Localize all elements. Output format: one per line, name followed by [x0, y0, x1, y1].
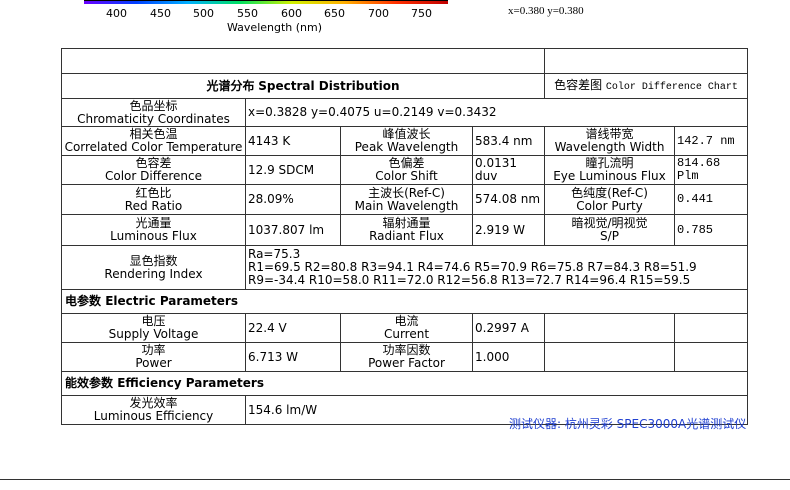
radiant-flux-value: 2.919 W	[472, 214, 545, 246]
tick-label: 600	[281, 7, 302, 20]
voltage-value: 22.4 V	[245, 313, 341, 343]
color-shift-label: 色偏差 Color Shift	[340, 155, 473, 185]
spectrum-plot-area: 400 450 500 550 600 650 700 750 Waveleng…	[62, 0, 472, 48]
tick-label: 700	[368, 7, 389, 20]
electric-parameters-header: 电参数 Electric Parameters	[61, 289, 748, 314]
tick-label: 650	[324, 7, 345, 20]
peak-wavelength-label: 峰值波长 Peak Wavelength	[340, 126, 473, 156]
luminous-efficiency-label: 发光效率 Luminous Efficiency	[61, 395, 246, 425]
main-wavelength-label: 主波长(Ref-C) Main Wavelength	[340, 184, 473, 215]
cct-value: 4143 K	[245, 126, 341, 156]
color-difference-chart-header: 色容差图 Color Difference Chart	[544, 73, 748, 99]
current-label: 电流 Current	[340, 313, 473, 343]
cct-label: 相关色温 Correlated Color Temperature	[61, 126, 246, 156]
sp-ratio-value: 0.785	[674, 214, 748, 246]
color-difference-value: 12.9 SDCM	[245, 155, 341, 185]
tick-label: 500	[193, 7, 214, 20]
rendering-index-value: Ra=75.3 R1=69.5 R2=80.8 R3=94.1 R4=74.6 …	[245, 245, 748, 290]
red-ratio-label: 红色比 Red Ratio	[61, 184, 246, 215]
divider	[0, 479, 790, 480]
peak-wavelength-value: 583.4 nm	[472, 126, 545, 156]
tick-label: 400	[106, 7, 127, 20]
empty-cell	[674, 313, 748, 343]
tick-label: 550	[237, 7, 258, 20]
chart-xy-readout: x=0.380 y=0.380	[508, 5, 584, 17]
chromaticity-value: x=0.3828 y=0.4075 u=0.2149 v=0.3432	[245, 98, 748, 127]
sp-ratio-label: 暗视觉/明视觉 S/P	[544, 214, 675, 246]
spectrum-color-bar	[84, 1, 448, 4]
current-value: 0.2997 A	[472, 313, 545, 343]
tick-label: 450	[150, 7, 171, 20]
x-axis-label: Wavelength (nm)	[227, 21, 323, 34]
tick-label: 750	[411, 7, 432, 20]
instrument-note: 测试仪器: 杭州灵彩 SPEC3000A光谱测试仪	[509, 417, 747, 431]
power-factor-label: 功率因数 Power Factor	[340, 342, 473, 372]
color-purity-label: 色纯度(Ref-C) Color Purty	[544, 184, 675, 215]
red-ratio-value: 28.09%	[245, 184, 341, 215]
radiant-flux-label: 辐射通量 Radiant Flux	[340, 214, 473, 246]
voltage-label: 电压 Supply Voltage	[61, 313, 246, 343]
rendering-index-label: 显色指数 Rendering Index	[61, 245, 246, 290]
main-wavelength-value: 574.08 nm	[472, 184, 545, 215]
power-value: 6.713 W	[245, 342, 341, 372]
empty-cell	[544, 313, 675, 343]
luminous-flux-value: 1037.807 lm	[245, 214, 341, 246]
empty-cell	[544, 342, 675, 372]
luminous-flux-label: 光通量 Luminous Flux	[61, 214, 246, 246]
empty-cell	[674, 342, 748, 372]
wavelength-width-label: 谱线带宽 Wavelength Width	[544, 126, 675, 156]
wavelength-width-value: 142.7 nm	[674, 126, 748, 156]
efficiency-parameters-header: 能效参数 Efficiency Parameters	[61, 371, 748, 396]
chromaticity-label: 色品坐标 Chromaticity Coordinates	[61, 98, 246, 127]
spectral-distribution-header: 光谱分布 Spectral Distribution	[61, 73, 545, 99]
eye-luminous-flux-label: 瞳孔流明 Eye Luminous Flux	[544, 155, 675, 185]
color-purity-value: 0.441	[674, 184, 748, 215]
power-factor-value: 1.000	[472, 342, 545, 372]
power-label: 功率 Power	[61, 342, 246, 372]
color-shift-value: 0.0131 duv	[472, 155, 545, 185]
eye-luminous-flux-value: 814.68 Plm	[674, 155, 748, 185]
color-difference-label: 色容差 Color Difference	[61, 155, 246, 185]
spec-report-table: 光谱分布 Spectral Distribution 色容差图 Color Di…	[61, 48, 748, 425]
